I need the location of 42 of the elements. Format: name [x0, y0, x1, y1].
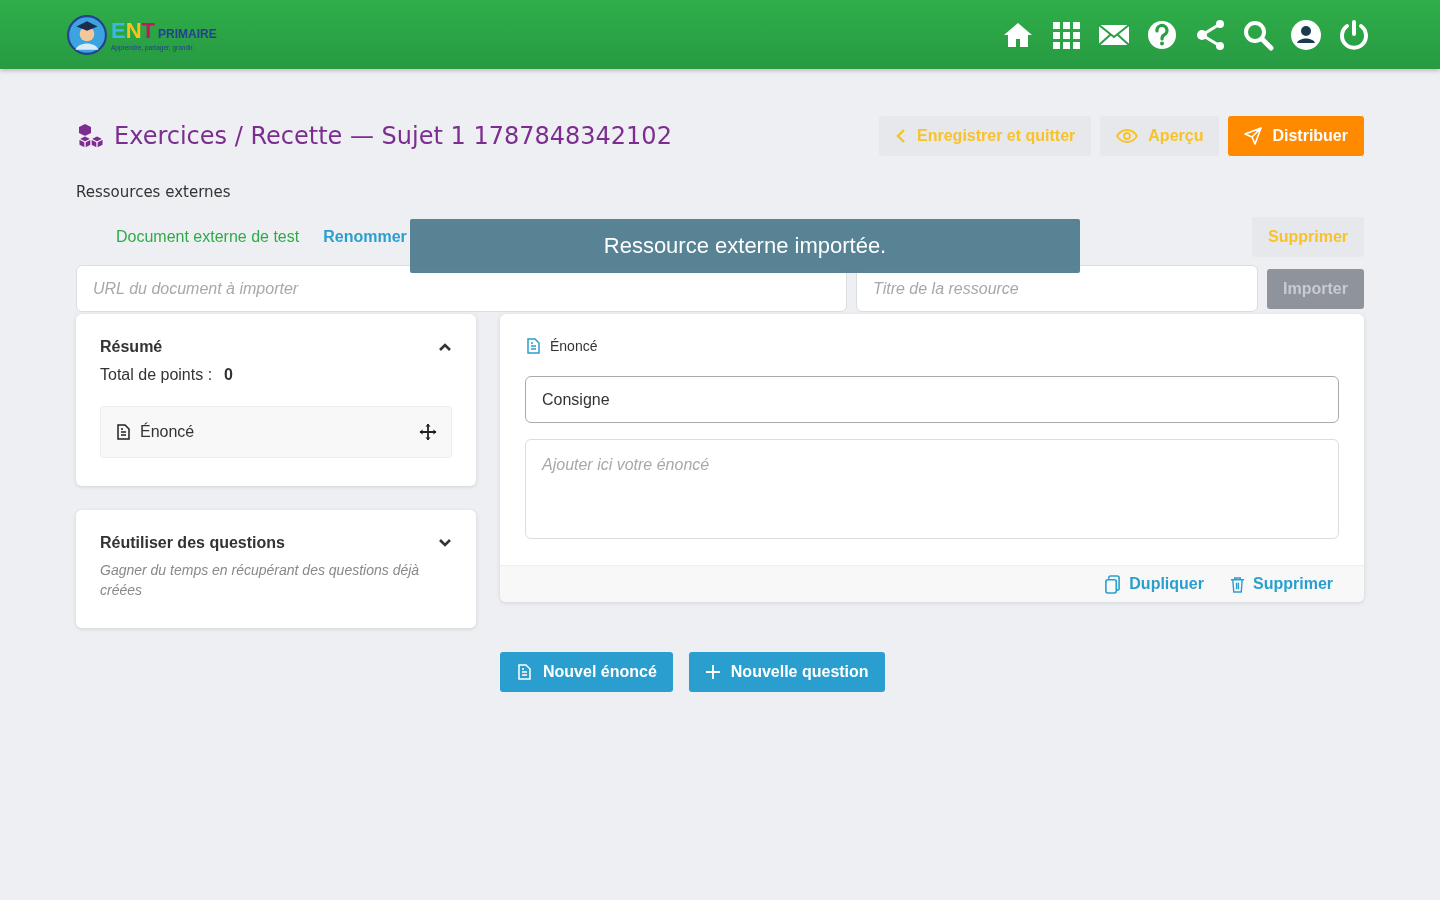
power-icon[interactable]	[1338, 18, 1370, 51]
chevron-up-icon[interactable]	[438, 342, 452, 352]
editor-heading: Énoncé	[550, 338, 598, 354]
chevron-down-icon[interactable]	[438, 538, 452, 548]
distribute-button[interactable]: Distribuer	[1228, 116, 1364, 156]
help-icon[interactable]	[1146, 18, 1178, 51]
copy-icon	[1104, 574, 1122, 594]
section-heading: Ressources externes	[76, 183, 232, 201]
new-question-button[interactable]: Nouvelle question	[688, 652, 885, 692]
card-description: Gagner du temps en récupérant des questions déjà créées	[100, 561, 420, 600]
rename-link[interactable]: Renommer	[323, 228, 407, 246]
title-field[interactable]: Titre de la ressource	[856, 265, 1259, 312]
duplicate-button[interactable]: Dupliquer	[1104, 574, 1204, 594]
summary-item[interactable]: Énoncé	[100, 406, 452, 458]
new-statement-button[interactable]: Nouvel énoncé	[500, 652, 673, 692]
logo-name: PRIMAIRE	[158, 27, 217, 41]
card-title: Résumé	[100, 338, 163, 356]
cubes-icon	[76, 123, 106, 149]
plus-icon	[704, 664, 721, 680]
statement-field[interactable]: Ajouter ici votre énoncé	[525, 439, 1339, 539]
send-icon	[1244, 127, 1263, 145]
page-title: Exercices / Recette — Sujet 1 1787848342102	[114, 122, 672, 150]
toast-notification: Ressource externe importée.	[410, 219, 1080, 273]
logo-brand: ENT	[111, 18, 156, 44]
share-icon[interactable]	[1194, 18, 1226, 51]
url-field[interactable]: URL du document à importer	[76, 265, 848, 312]
search-icon[interactable]	[1242, 18, 1274, 51]
instruction-field[interactable]: Consigne	[525, 376, 1339, 423]
eye-icon	[1116, 129, 1139, 143]
account-icon[interactable]	[1290, 18, 1322, 51]
card-title: Réutiliser des questions	[100, 534, 285, 552]
avatar-icon	[66, 13, 108, 56]
delete-button[interactable]: Supprimer	[1230, 575, 1333, 593]
points-label: Total de points :	[100, 366, 213, 384]
chevron-left-icon	[895, 128, 908, 144]
document-icon	[516, 664, 533, 680]
points-value: 0	[224, 366, 233, 384]
move-icon[interactable]	[419, 423, 437, 441]
document-icon	[115, 424, 132, 440]
resource-name: Document externe de test	[116, 228, 300, 246]
document-icon	[525, 338, 542, 354]
trash-icon	[1230, 575, 1245, 593]
